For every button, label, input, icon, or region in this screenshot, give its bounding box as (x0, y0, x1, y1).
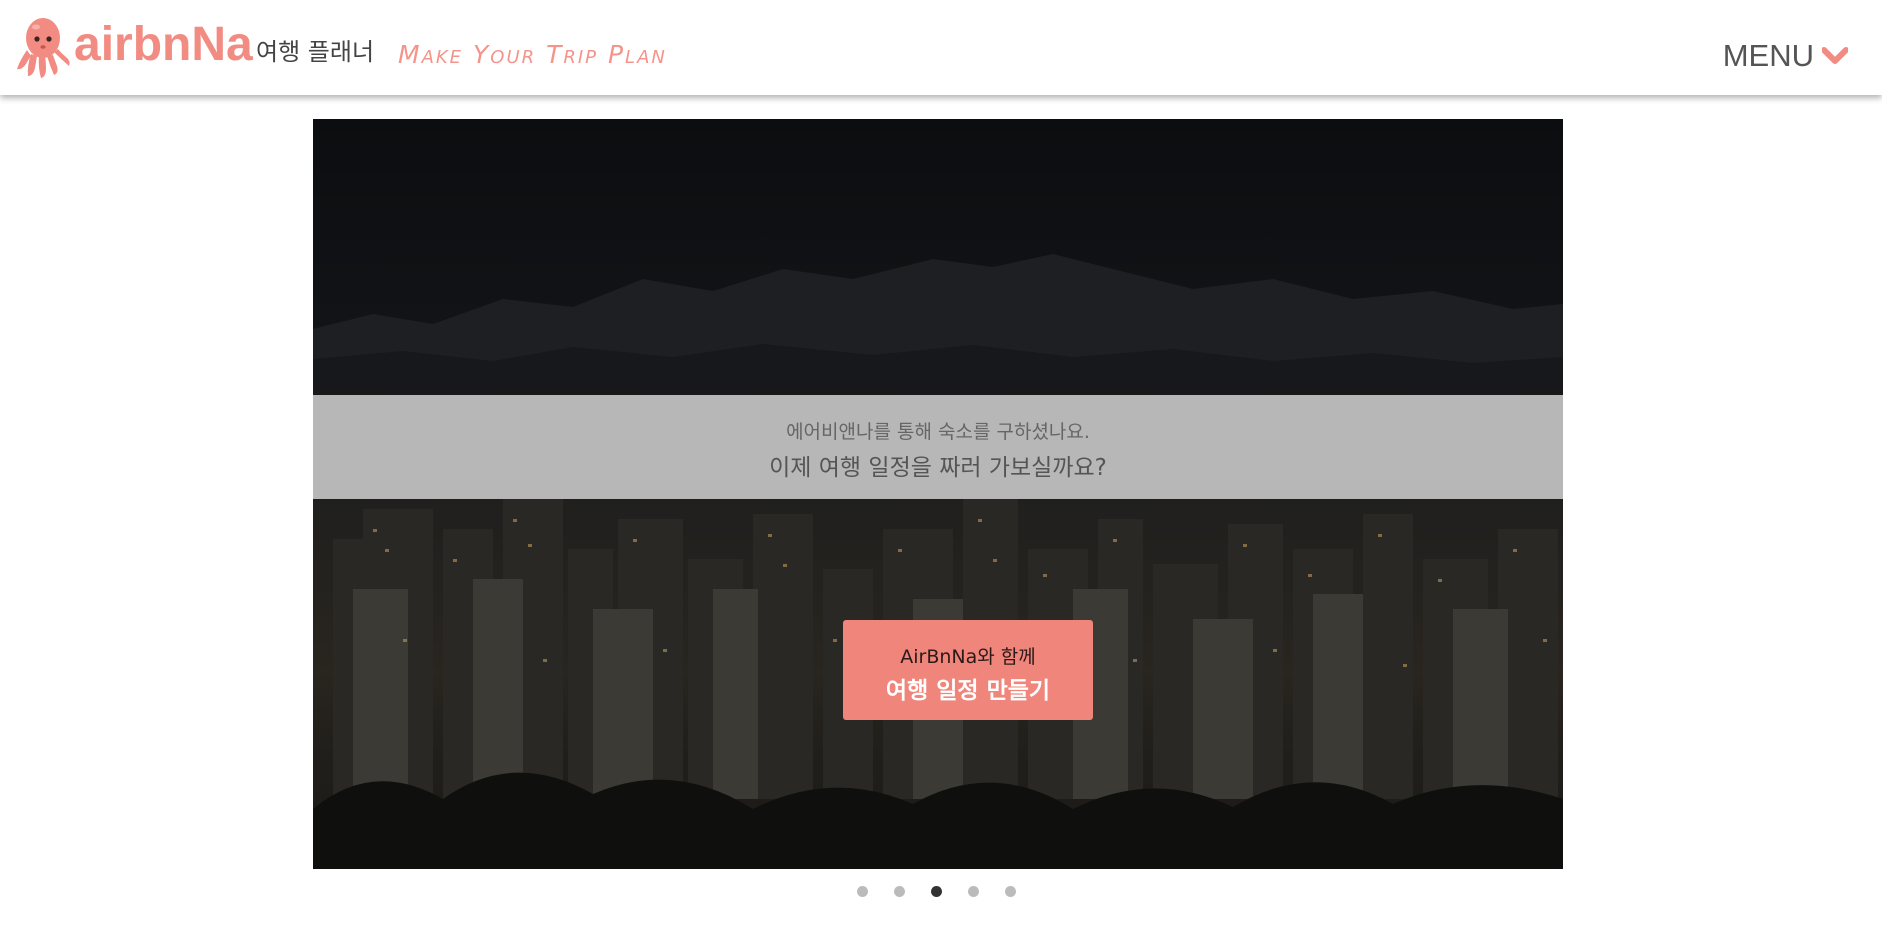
menu-button[interactable]: MENU (1723, 40, 1848, 71)
hero-caption-prompt: 이제 여행 일정을 짜러 가보실까요? (769, 455, 1107, 481)
octopus-icon (17, 18, 70, 78)
cta-title: 여행 일정 만들기 (885, 678, 1051, 704)
chevron-down-icon (1822, 46, 1848, 64)
site-tagline: Make Your Trip Plan (398, 40, 667, 69)
top-navbar: airbnNa 여행 플래너 Make Your Trip Plan MENU (0, 0, 1882, 95)
create-itinerary-button[interactable]: AirBnNa와 함께 여행 일정 만들기 (843, 620, 1093, 720)
carousel-indicators (857, 886, 1042, 897)
hero-caption-question: 에어비앤나를 통해 숙소를 구하셨나요. (786, 421, 1090, 443)
carousel-dot-1[interactable] (857, 886, 868, 897)
menu-label: MENU (1722, 38, 1814, 73)
carousel-dot-5[interactable] (1005, 886, 1016, 897)
hero-carousel: 에어비앤나를 통해 숙소를 구하셨나요. 이제 여행 일정을 짜러 가보실까요?… (313, 119, 1563, 869)
site-subtitle: 여행 플래너 (256, 38, 375, 66)
carousel-dot-4[interactable] (968, 886, 979, 897)
carousel-dot-2[interactable] (894, 886, 905, 897)
home-logo-link[interactable]: airbnNa (14, 14, 253, 80)
hero-caption: 에어비앤나를 통해 숙소를 구하셨나요. 이제 여행 일정을 짜러 가보실까요? (313, 395, 1563, 499)
cta-subtitle: AirBnNa와 함께 (900, 646, 1036, 668)
carousel-dot-3[interactable] (931, 886, 942, 897)
brand-name: airbnNa (74, 18, 253, 71)
